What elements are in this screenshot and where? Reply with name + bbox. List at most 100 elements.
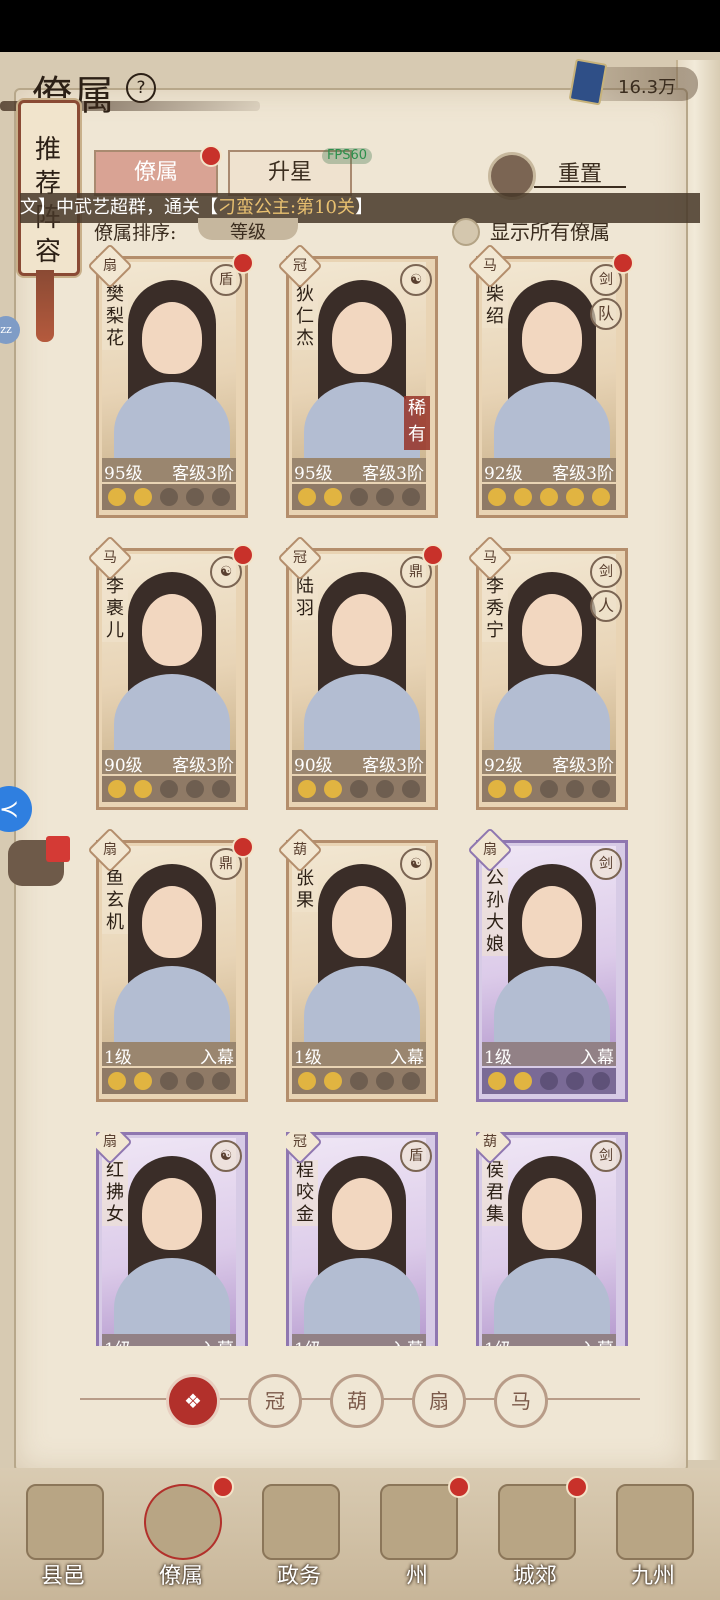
scroll-tassel: [36, 270, 54, 342]
filter-horse-icon[interactable]: 马: [494, 1374, 548, 1428]
nav-item-1[interactable]: 僚属: [126, 1476, 236, 1598]
retainer-card[interactable]: 李裹儿 马 ☯ 90级 客级3阶: [87, 535, 254, 810]
card-notification-dot: [612, 252, 634, 274]
retainer-rank: 入幕: [580, 1048, 614, 1068]
star-moon-icon: [376, 488, 394, 506]
star-row: [482, 484, 616, 510]
retainer-level: 95级: [294, 464, 333, 484]
star-row: [482, 776, 616, 802]
star-moon-icon: [376, 1072, 394, 1090]
nav-building-icon: [498, 1484, 576, 1560]
attribute-icon: 剑: [590, 848, 622, 880]
retainer-card[interactable]: 程咬金 冠 盾 1级 入幕: [286, 1132, 438, 1346]
star-moon-icon: [540, 1072, 558, 1090]
show-all-checkbox[interactable]: [452, 218, 480, 246]
resource-counter[interactable]: 16.3万: [568, 58, 698, 106]
retainer-level: 1级: [104, 1048, 132, 1068]
card-stats: 1级 入幕: [292, 1334, 426, 1346]
card-notification-dot: [232, 836, 254, 858]
star-moon-icon: [514, 780, 532, 798]
star-row: [102, 1068, 236, 1094]
star-moon-icon: [186, 1072, 204, 1090]
retainer-level: 1级: [104, 1335, 132, 1346]
star-moon-icon: [514, 488, 532, 506]
card-notification-dot: [422, 544, 444, 566]
star-row: [102, 776, 236, 802]
nav-notification-dot: [566, 1476, 588, 1498]
title-bar: 僚属 ? 16.3万: [0, 55, 720, 119]
star-moon-icon: [540, 488, 558, 506]
retainer-rank: 客级3阶: [172, 464, 234, 484]
star-moon-icon: [160, 1072, 178, 1090]
star-moon-icon: [402, 1072, 420, 1090]
nav-building-icon: [380, 1484, 458, 1560]
retainer-card[interactable]: 陆羽 冠 鼎 90级 客级3阶: [277, 535, 444, 810]
nav-notification-dot: [448, 1476, 470, 1498]
retainer-card[interactable]: 狄仁杰 冠 ☯ 稀有 95级 客级3阶: [277, 243, 438, 518]
star-moon-icon: [212, 780, 230, 798]
filter-fan-icon[interactable]: 扇: [412, 1374, 466, 1428]
retainer-level: 92级: [484, 756, 523, 776]
nav-label: 僚属: [158, 1564, 203, 1589]
attribute-icon: ☯: [400, 848, 432, 880]
nav-building-icon: [262, 1484, 340, 1560]
retainer-level: 90级: [294, 756, 333, 776]
card-stats: 92级 客级3阶: [482, 458, 616, 484]
filter-all-icon[interactable]: ❖: [166, 1374, 220, 1428]
reset-button[interactable]: 重置: [534, 156, 626, 188]
card-stats: 1级 入幕: [482, 1042, 616, 1068]
nav-item-4[interactable]: 城郊: [480, 1476, 590, 1598]
nav-label: 县邑: [40, 1564, 85, 1589]
attribute-icon: 剑: [590, 556, 622, 588]
retainer-level: 90级: [104, 756, 143, 776]
retainer-rank: 入幕: [200, 1048, 234, 1068]
nav-item-2[interactable]: 政务: [244, 1478, 354, 1598]
portrait-face: [142, 302, 202, 374]
nav-item-5[interactable]: 九州: [598, 1478, 708, 1598]
card-stats: 90级 客级3阶: [292, 750, 426, 776]
nav-item-3[interactable]: 州: [362, 1476, 472, 1598]
team-badge-icon: 队: [590, 298, 622, 330]
retainer-name: 侯君集: [482, 1160, 508, 1226]
star-row: [292, 1068, 426, 1094]
sort-label: 僚属排序:: [94, 222, 177, 244]
retainer-card[interactable]: 柴绍 马 剑 队 92级 客级3阶: [467, 243, 634, 518]
star-moon-icon: [212, 1072, 230, 1090]
portrait-face: [332, 886, 392, 958]
retainer-rank: 客级3阶: [552, 756, 614, 776]
book-icon: [568, 58, 608, 106]
nav-label: 城郊: [512, 1564, 557, 1589]
card-stats: 1级 入幕: [102, 1334, 236, 1346]
retainer-card[interactable]: 李秀宁 马 剑 人 92级 客级3阶: [467, 535, 628, 810]
filter-official-icon[interactable]: 冠: [248, 1374, 302, 1428]
red-envelope-icon[interactable]: [46, 836, 70, 862]
retainer-card[interactable]: 侯君集 葫 剑 1级 入幕: [476, 1132, 628, 1346]
star-moon-icon: [376, 780, 394, 798]
retainer-card[interactable]: 红拂女 扇 ☯ 1级 入幕: [96, 1132, 248, 1346]
category-filter-bar: ❖ 冠葫扇马: [80, 1370, 640, 1430]
star-moon-icon: [212, 488, 230, 506]
nav-item-0[interactable]: 县邑: [8, 1478, 118, 1598]
star-moon-icon: [298, 1072, 316, 1090]
retainer-card[interactable]: 樊梨花 扇 盾 95级 客级3阶: [87, 243, 254, 518]
retainer-card[interactable]: 张果 葫 ☯ 1级 入幕: [277, 827, 438, 1102]
star-moon-icon: [402, 488, 420, 506]
retainer-name: 程咬金: [292, 1160, 318, 1226]
tab-notification-dot: [200, 145, 222, 167]
retainer-card[interactable]: 公孙大娘 扇 剑 1级 入幕: [467, 827, 628, 1102]
retainer-card[interactable]: 鱼玄机 扇 鼎 1级 入幕: [87, 827, 254, 1102]
retainer-name: 狄仁杰: [292, 284, 318, 350]
star-moon-icon: [566, 1072, 584, 1090]
star-moon-icon: [324, 1072, 342, 1090]
recommended-lineup-scroll[interactable]: 推荐阵容: [18, 100, 80, 276]
help-icon[interactable]: ?: [126, 73, 156, 103]
card-stats: 92级 客级3阶: [482, 750, 616, 776]
attribute-icon: 剑: [590, 1140, 622, 1172]
retainer-name: 樊梨花: [102, 284, 128, 350]
filter-gourd-icon[interactable]: 葫: [330, 1374, 384, 1428]
retainer-level: 95级: [104, 464, 143, 484]
rarity-badge: 稀有: [404, 396, 430, 450]
sort-dropdown[interactable]: 等级: [198, 218, 298, 243]
card-stats: 95级 客级3阶: [292, 458, 426, 484]
fps-indicator: FPS60: [322, 148, 372, 164]
